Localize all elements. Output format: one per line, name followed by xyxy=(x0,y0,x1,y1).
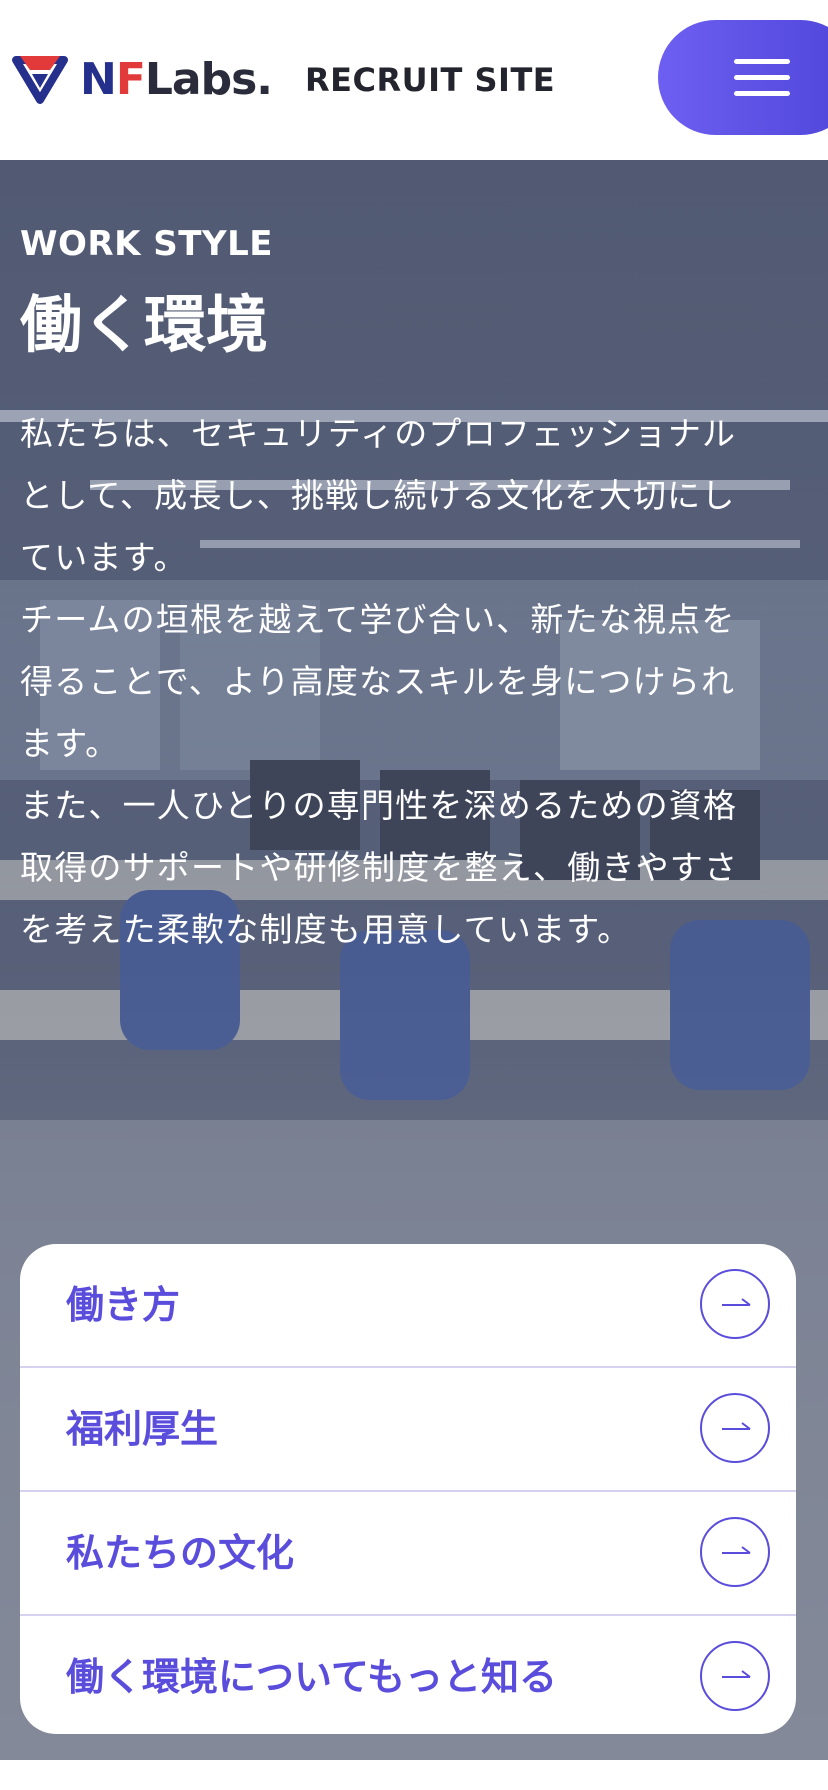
arrow-right-icon xyxy=(700,1393,770,1463)
intro-paragraph: また、一人ひとりの専門性を深めるための資格 取得のサポートや研修制度を整え、働き… xyxy=(20,786,739,949)
link-our-culture[interactable]: 私たちの文化 xyxy=(20,1492,796,1614)
brand-labs: Labs. xyxy=(144,54,273,105)
site-header: NFLabs. RECRUIT SITE xyxy=(0,0,828,160)
link-label: 福利厚生 xyxy=(66,1407,219,1451)
site-label: RECRUIT SITE xyxy=(305,61,556,99)
link-label: 私たちの文化 xyxy=(66,1531,295,1575)
brand-letter-f: F xyxy=(115,54,146,105)
page-title: 働く環境 xyxy=(20,288,269,361)
intro-paragraph: 私たちは、セキュリティのプロフェッショナル として、成長し、挑戦し続ける文化を大… xyxy=(20,414,737,577)
intro-text: 私たちは、セキュリティのプロフェッショナル として、成長し、挑戦し続ける文化を大… xyxy=(20,403,810,961)
hamburger-menu-icon xyxy=(734,75,790,80)
nflabs-logo-icon[interactable] xyxy=(10,48,70,108)
link-work-style[interactable]: 働き方 xyxy=(20,1244,796,1366)
arrow-right-icon xyxy=(700,1269,770,1339)
section-eyebrow: WORK STYLE xyxy=(20,224,273,264)
brand-wordmark[interactable]: NFLabs. xyxy=(80,50,273,110)
menu-button[interactable] xyxy=(658,20,828,135)
link-label: 働く環境についてもっと知る xyxy=(66,1655,557,1699)
link-benefits[interactable]: 福利厚生 xyxy=(20,1368,796,1490)
hamburger-menu-icon xyxy=(734,91,790,96)
work-style-link-list: 働き方 福利厚生 私たちの文化 働く環境についてもっと知る xyxy=(20,1244,796,1734)
brand-letter-n: N xyxy=(80,54,117,105)
work-style-hero: WORK STYLE 働く環境 私たちは、セキュリティのプロフェッショナル とし… xyxy=(0,160,828,1760)
hamburger-menu-icon xyxy=(734,59,790,64)
link-learn-more-environment[interactable]: 働く環境についてもっと知る xyxy=(20,1616,796,1734)
arrow-right-icon xyxy=(700,1641,770,1711)
arrow-right-icon xyxy=(700,1517,770,1587)
link-label: 働き方 xyxy=(66,1283,181,1327)
intro-paragraph: チームの垣根を越えて学び合い、新たな視点を 得ることで、より高度なスキルを身につ… xyxy=(20,600,736,763)
